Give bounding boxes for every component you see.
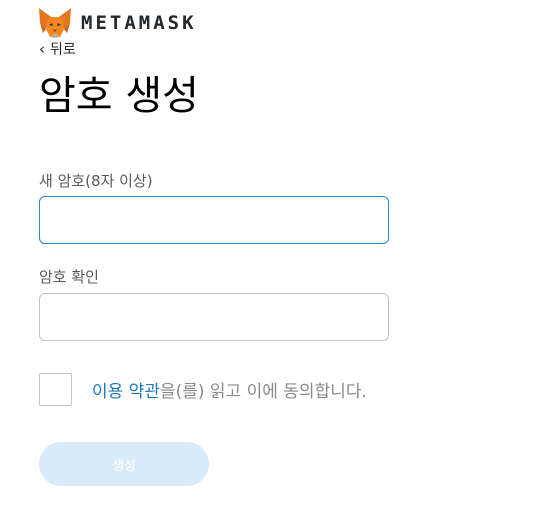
brand-wordmark: METAMASK xyxy=(81,12,197,34)
terms-row: 이용 약관을(를) 읽고 이에 동의합니다. xyxy=(39,373,367,406)
confirm-password-input[interactable] xyxy=(39,293,389,341)
terms-agree-text: 을(를) 읽고 이에 동의합니다. xyxy=(159,382,367,402)
back-label: 뒤로 xyxy=(50,42,76,58)
page-title: 암호 생성 xyxy=(39,73,199,119)
confirm-password-label: 암호 확인 xyxy=(39,268,99,286)
new-password-label: 새 암호(8자 이상) xyxy=(39,172,153,190)
terms-text: 이용 약관을(를) 읽고 이에 동의합니다. xyxy=(92,377,367,402)
app-header: METAMASK xyxy=(37,6,197,40)
fox-icon xyxy=(39,8,71,38)
back-link[interactable]: ‹ 뒤로 xyxy=(39,39,76,59)
terms-checkbox[interactable] xyxy=(39,373,72,406)
terms-of-use-link[interactable]: 이용 약관 xyxy=(92,382,160,402)
new-password-input[interactable] xyxy=(39,196,389,244)
chevron-left-icon: ‹ xyxy=(39,39,45,58)
create-button[interactable]: 생성 xyxy=(39,442,209,486)
